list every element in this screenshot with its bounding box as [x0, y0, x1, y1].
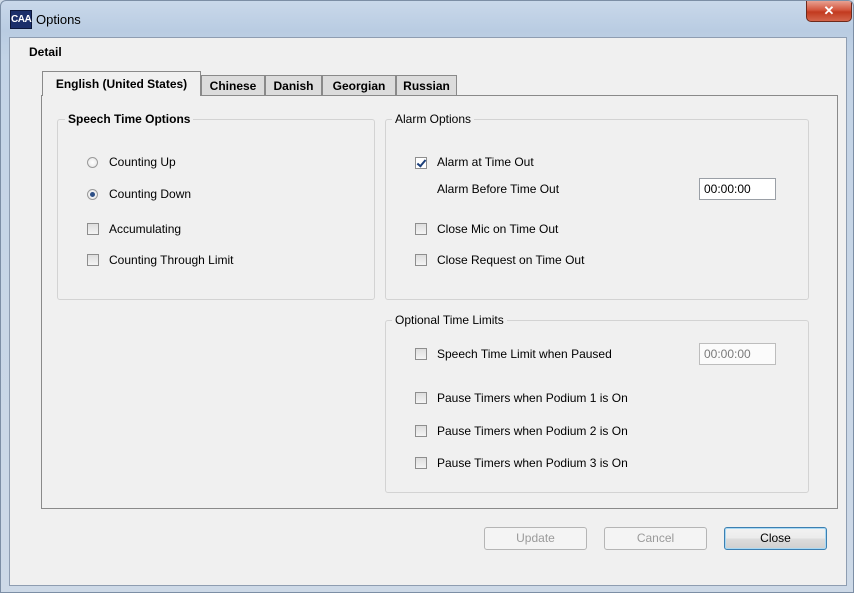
pause-timers-podium-1-label[interactable]: Pause Timers when Podium 1 is On [437, 391, 628, 405]
alarm-before-time-out-label: Alarm Before Time Out [437, 182, 560, 196]
alarm-before-time-out-input[interactable]: 00:00:00 [699, 178, 776, 200]
speech-time-limit-when-paused-label[interactable]: Speech Time Limit when Paused [437, 347, 612, 361]
close-button[interactable]: Close [724, 527, 827, 550]
update-button[interactable]: Update [484, 527, 587, 550]
close-mic-on-time-out-label[interactable]: Close Mic on Time Out [437, 222, 558, 236]
close-request-on-time-out-checkbox[interactable] [415, 254, 427, 266]
pause-timers-podium-2-checkbox[interactable] [415, 425, 427, 437]
cancel-button[interactable]: Cancel [604, 527, 707, 550]
tab-georgian[interactable]: Georgian [322, 75, 396, 95]
pause-timers-podium-2-label[interactable]: Pause Timers when Podium 2 is On [437, 424, 628, 438]
alarm-at-time-out-label[interactable]: Alarm at Time Out [437, 155, 534, 169]
speech-time-limit-when-paused-input[interactable]: 00:00:00 [699, 343, 776, 365]
speech-time-options-title: Speech Time Options [65, 112, 194, 126]
counting-through-limit-label[interactable]: Counting Through Limit [109, 253, 234, 267]
pause-timers-podium-3-label[interactable]: Pause Timers when Podium 3 is On [437, 456, 628, 470]
title-bar[interactable]: CAA Options ✕ [1, 1, 853, 37]
close-icon: ✕ [823, 3, 835, 18]
alarm-options-group [385, 119, 809, 300]
pause-timers-podium-3-checkbox[interactable] [415, 457, 427, 469]
pause-timers-podium-1-checkbox[interactable] [415, 392, 427, 404]
alarm-at-time-out-checkbox[interactable] [415, 157, 427, 169]
counting-up-label[interactable]: Counting Up [109, 155, 176, 169]
speech-time-limit-when-paused-checkbox[interactable] [415, 348, 427, 360]
tab-russian[interactable]: Russian [396, 75, 457, 95]
tab-danish[interactable]: Danish [265, 75, 322, 95]
tab-chinese[interactable]: Chinese [201, 75, 265, 95]
counting-up-radio[interactable] [87, 157, 98, 168]
detail-label: Detail [29, 45, 62, 59]
counting-through-limit-checkbox[interactable] [87, 254, 99, 266]
accumulating-label[interactable]: Accumulating [109, 222, 181, 236]
alarm-options-title: Alarm Options [392, 112, 475, 126]
window-close-button[interactable]: ✕ [806, 1, 852, 22]
close-mic-on-time-out-checkbox[interactable] [415, 223, 427, 235]
app-icon: CAA [10, 10, 32, 29]
speech-time-options-group [57, 119, 375, 300]
counting-down-label[interactable]: Counting Down [109, 187, 191, 201]
accumulating-checkbox[interactable] [87, 223, 99, 235]
tab-english-united-states[interactable]: English (United States) [42, 71, 201, 96]
optional-time-limits-title: Optional Time Limits [392, 313, 507, 327]
window-title: Options [36, 12, 81, 27]
counting-down-radio[interactable] [87, 189, 98, 200]
close-request-on-time-out-label[interactable]: Close Request on Time Out [437, 253, 584, 267]
